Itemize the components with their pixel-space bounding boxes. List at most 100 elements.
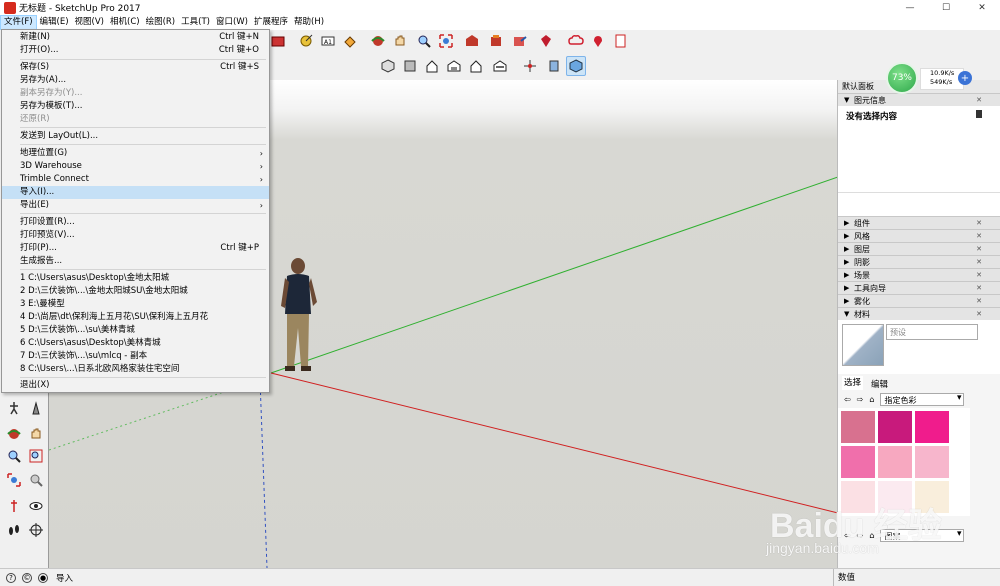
geo-location-icon[interactable]: ? — [6, 572, 16, 583]
warehouse-icon[interactable] — [462, 31, 482, 51]
zoom-window-icon[interactable] — [26, 446, 46, 466]
color-swatch[interactable] — [841, 446, 875, 478]
panel-materials[interactable]: ▼ 材料 ✕ — [838, 307, 1000, 320]
pan-tool-icon[interactable] — [26, 424, 46, 444]
home-icon[interactable]: ⌂ — [869, 531, 874, 540]
section-plane-icon[interactable] — [544, 56, 564, 76]
menu-file[interactable]: 文件(F) — [0, 15, 37, 30]
share-model-icon[interactable] — [510, 31, 530, 51]
menu-item-export[interactable]: 导出(E) › — [2, 199, 269, 212]
ruby-console-icon[interactable] — [536, 31, 556, 51]
menu-item-exit[interactable]: 退出(X) — [2, 379, 269, 392]
panel-fog[interactable]: ▶ 雾化 ✕ — [838, 294, 1000, 307]
back-view-icon[interactable] — [466, 56, 486, 76]
measurements-box[interactable]: 数值 — [833, 569, 1000, 586]
right-view-icon[interactable] — [444, 56, 464, 76]
forward-arrow-icon[interactable]: ⇨ — [857, 531, 864, 540]
menu-tools[interactable]: 工具(T) — [178, 15, 213, 30]
eye-icon[interactable] — [26, 496, 46, 516]
trimble-connect-icon[interactable] — [566, 31, 586, 51]
paint-bucket-icon[interactable] — [340, 31, 360, 51]
menu-item-recent-5[interactable]: 5 D:\三伏装饰\...\su\美林青城 — [2, 324, 269, 337]
zoom-extents-tool-icon[interactable] — [4, 470, 24, 490]
color-swatch[interactable] — [878, 446, 912, 478]
zoom-extents-icon[interactable] — [436, 31, 456, 51]
tape-measure-icon[interactable] — [296, 31, 316, 51]
maximize-button[interactable]: ☐ — [928, 0, 964, 15]
pan-hand-icon[interactable] — [390, 31, 410, 51]
user-icon[interactable]: ● — [38, 572, 48, 583]
section-tool-icon[interactable] — [26, 520, 46, 540]
lock-icon[interactable] — [976, 110, 982, 118]
back-arrow-icon[interactable]: ⇦ — [844, 395, 851, 404]
material-name-field[interactable]: 预设 — [886, 324, 978, 340]
menu-help[interactable]: 帮助(H) — [291, 15, 327, 30]
entity-info-header[interactable]: ▼ 图元信息 ✕ — [838, 93, 1000, 106]
panel-components[interactable]: ▶ 组件 ✕ — [838, 216, 1000, 229]
location-pin-icon[interactable] — [588, 31, 608, 51]
close-panel-icon[interactable]: ✕ — [976, 310, 982, 318]
credits-icon[interactable]: © — [22, 572, 32, 583]
menu-extensions[interactable]: 扩展程序 — [251, 15, 291, 30]
back-arrow-icon[interactable]: ⇦ — [844, 531, 851, 540]
color-swatch[interactable] — [878, 411, 912, 443]
previous-view-icon[interactable] — [26, 470, 46, 490]
top-view-icon[interactable] — [400, 56, 420, 76]
network-speed-widget[interactable]: 73% 10.9K/s 549K/s + — [886, 62, 976, 94]
close-panel-icon[interactable]: ✕ — [976, 232, 982, 240]
zoom-icon[interactable] — [414, 31, 434, 51]
menu-item-print[interactable]: 打印(P)... Ctrl 键+P — [2, 242, 269, 255]
color-swatch[interactable] — [915, 446, 949, 478]
orbit-icon[interactable] — [368, 31, 388, 51]
home-icon[interactable]: ⌂ — [869, 395, 874, 404]
close-button[interactable]: ✕ — [964, 0, 1000, 15]
menu-item-save-as[interactable]: 另存为(A)... — [2, 74, 269, 87]
walk-icon[interactable] — [4, 398, 24, 418]
text-tool-icon[interactable]: A1 — [318, 31, 338, 51]
panel-layers[interactable]: ▶ 图层 ✕ — [838, 242, 1000, 255]
menu-item-send-layout[interactable]: 发送到 LayOut(L)... — [2, 130, 269, 143]
close-panel-icon[interactable]: ✕ — [976, 258, 982, 266]
menu-item-geo-location[interactable]: 地理位置(G) › — [2, 147, 269, 160]
menu-item-recent-2[interactable]: 2 D:\三伏装饰\...\金地太阳城SU\金地太阳城 — [2, 285, 269, 298]
panel-styles[interactable]: ▶ 风格 ✕ — [838, 229, 1000, 242]
usage-ball[interactable]: 73% — [886, 62, 918, 94]
menu-item-recent-6[interactable]: 6 C:\Users\asus\Desktop\美林青城 — [2, 337, 269, 350]
document-icon[interactable] — [610, 31, 630, 51]
close-panel-icon[interactable]: ✕ — [976, 245, 982, 253]
menu-item-recent-4[interactable]: 4 D:\尚层\dt\保利海上五月花\SU\保利海上五月花 — [2, 311, 269, 324]
left-view-icon[interactable] — [490, 56, 510, 76]
extension-warehouse-icon[interactable] — [486, 31, 506, 51]
close-panel-icon[interactable]: ✕ — [976, 284, 982, 292]
menu-item-report[interactable]: 生成报告... — [2, 255, 269, 268]
panel-scenes[interactable]: ▶ 场景 ✕ — [838, 268, 1000, 281]
close-panel-icon[interactable]: ✕ — [976, 96, 982, 104]
footprints-icon[interactable] — [4, 520, 24, 540]
panel-shadows[interactable]: ▶ 阴影 ✕ — [838, 255, 1000, 268]
menu-item-save-template[interactable]: 另存为模板(T)... — [2, 100, 269, 113]
color-swatch[interactable] — [878, 481, 912, 513]
menu-item-new[interactable]: 新建(N) Ctrl 键+N — [2, 31, 269, 44]
iso-view-icon[interactable] — [378, 56, 398, 76]
color-swatch[interactable] — [841, 481, 875, 513]
tab-edit[interactable]: 编辑 — [869, 378, 890, 390]
menu-item-recent-1[interactable]: 1 C:\Users\asus\Desktop\金地太阳城 — [2, 272, 269, 285]
front-view-icon[interactable] — [422, 56, 442, 76]
menu-item-trimble-connect[interactable]: Trimble Connect › — [2, 173, 269, 186]
close-panel-icon[interactable]: ✕ — [976, 219, 982, 227]
add-icon[interactable]: + — [958, 71, 972, 85]
section-display-icon[interactable] — [566, 56, 586, 76]
menu-edit[interactable]: 编辑(E) — [37, 15, 72, 30]
menu-camera[interactable]: 相机(C) — [107, 15, 143, 30]
material-library-dropdown[interactable]: 指定色彩 — [880, 392, 965, 406]
orbit-tool-icon[interactable] — [4, 424, 24, 444]
menu-item-print-preview[interactable]: 打印预览(V)... — [2, 229, 269, 242]
minimize-button[interactable]: — — [892, 0, 928, 15]
color-swatch[interactable] — [841, 411, 875, 443]
menu-item-recent-3[interactable]: 3 E:\曼模型 — [2, 298, 269, 311]
panel-instructor[interactable]: ▶ 工具向导 ✕ — [838, 281, 1000, 294]
zoom-tool-icon[interactable] — [4, 446, 24, 466]
look-around-icon[interactable] — [4, 496, 24, 516]
forward-arrow-icon[interactable]: ⇨ — [857, 395, 864, 404]
close-panel-icon[interactable]: ✕ — [976, 271, 982, 279]
